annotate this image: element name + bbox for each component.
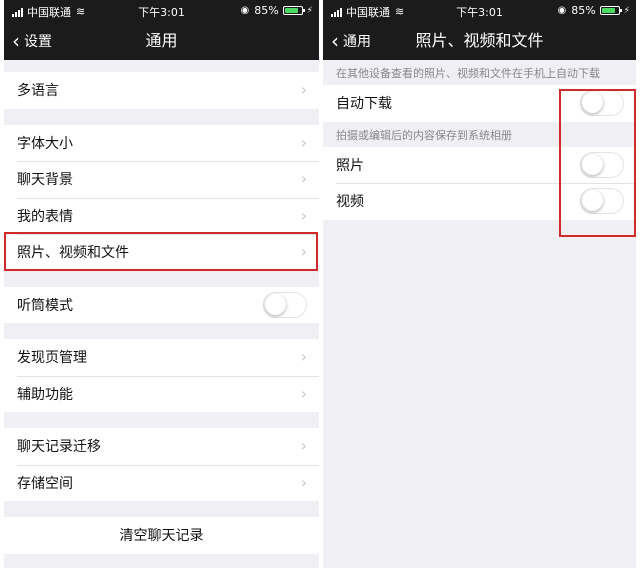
- chevron-right-icon: ›: [300, 383, 307, 403]
- auto-download-item: 自动下载: [323, 85, 636, 122]
- photos-videos-files-panel: 中国联通 ≋ 下午3:01 ◉ 85% ⚡ ‹ 通用 照片、视频和文件 在其他设…: [323, 0, 636, 568]
- section-header: 在其他设备查看的照片、视频和文件在手机上自动下载: [336, 67, 600, 80]
- item-label: 发现页管理: [17, 350, 87, 367]
- chat-background-item[interactable]: 聊天背景 ›: [4, 161, 319, 198]
- battery-icon: [282, 6, 305, 15]
- chevron-right-icon: ›: [300, 436, 307, 455]
- chevron-right-icon: ›: [300, 169, 307, 188]
- item-label: 多语言: [17, 83, 59, 100]
- chevron-right-icon: ›: [300, 242, 307, 261]
- storage-item[interactable]: 存储空间 ›: [4, 464, 319, 501]
- item-label: 自动下载: [336, 96, 392, 113]
- language-item[interactable]: 多语言 ›: [4, 72, 319, 109]
- orientation-lock-icon: ◉: [240, 4, 250, 16]
- save-photos-item: 照片: [323, 146, 636, 183]
- chevron-right-icon: ›: [300, 132, 307, 152]
- item-label: 聊天记录迁移: [17, 439, 101, 456]
- battery-icon: [599, 6, 622, 15]
- item-label: 我的表情: [17, 208, 73, 225]
- chevron-right-icon: ›: [300, 205, 307, 225]
- item-label: 照片: [336, 157, 364, 174]
- toggle-knob: [582, 92, 603, 113]
- chevron-right-icon: ›: [300, 80, 307, 99]
- toggle-knob: [265, 293, 286, 315]
- page-title: 照片、视频和文件: [415, 31, 544, 50]
- battery-fill: [284, 8, 299, 13]
- item-label: 辅助功能: [17, 386, 73, 403]
- earpiece-mode-item: 听筒模式: [4, 286, 319, 323]
- font-size-item[interactable]: 字体大小 ›: [4, 124, 319, 161]
- settings-list: 多语言 › 字体大小 › 聊天背景 › 我的表情 › 照片、视频和文件 › 听筒…: [4, 60, 319, 554]
- accessibility-item[interactable]: 辅助功能 ›: [4, 375, 319, 412]
- section-header: 拍摄或编辑后的内容保存到系统相册: [336, 128, 512, 142]
- save-videos-toggle[interactable]: [580, 188, 624, 214]
- item-label: 照片、视频和文件: [17, 245, 129, 262]
- save-photos-toggle[interactable]: [580, 151, 624, 178]
- battery-percent: 85%: [571, 4, 596, 17]
- status-bar: 中国联通 ≋ 下午3:01 ◉ 85% ⚡: [323, 0, 636, 22]
- auto-download-toggle[interactable]: [580, 90, 624, 116]
- item-label: 视频: [336, 194, 364, 211]
- charging-icon: ⚡: [306, 5, 313, 16]
- item-label: 听筒模式: [17, 297, 73, 314]
- chat-history-migration-item[interactable]: 聊天记录迁移 ›: [4, 428, 319, 465]
- chevron-right-icon: ›: [300, 347, 307, 366]
- discover-management-item[interactable]: 发现页管理 ›: [4, 339, 319, 376]
- earpiece-mode-toggle[interactable]: [263, 291, 307, 318]
- charging-icon: ⚡: [623, 5, 630, 16]
- battery-percent: 85%: [254, 4, 279, 17]
- toggle-knob: [582, 190, 603, 211]
- navigation-bar: ‹ 设置 通用: [4, 22, 319, 60]
- item-label: 存储空间: [17, 475, 73, 492]
- chevron-right-icon: ›: [300, 472, 307, 492]
- status-bar: 中国联通 ≋ 下午3:01 ◉ 85% ⚡: [4, 0, 319, 22]
- toggle-knob: [582, 153, 603, 175]
- settings-list: 在其他设备查看的照片、视频和文件在手机上自动下载 自动下载 拍摄或编辑后的内容保…: [323, 60, 636, 220]
- item-label: 聊天背景: [17, 172, 73, 189]
- photos-videos-files-item[interactable]: 照片、视频和文件 ›: [4, 234, 319, 271]
- my-stickers-item[interactable]: 我的表情 ›: [4, 197, 319, 234]
- save-videos-item: 视频: [323, 183, 636, 220]
- item-label: 字体大小: [17, 135, 73, 152]
- battery-fill: [601, 8, 616, 13]
- general-settings-panel: 中国联通 ≋ 下午3:01 ◉ 85% ⚡ ‹ 设置 通用 多语言 › 字体大小…: [4, 0, 319, 568]
- navigation-bar: ‹ 通用 照片、视频和文件: [323, 22, 636, 60]
- page-title: 通用: [145, 31, 178, 50]
- orientation-lock-icon: ◉: [557, 4, 567, 16]
- item-label: 清空聊天记录: [119, 528, 204, 545]
- clear-chat-history-button[interactable]: 清空聊天记录: [4, 517, 319, 554]
